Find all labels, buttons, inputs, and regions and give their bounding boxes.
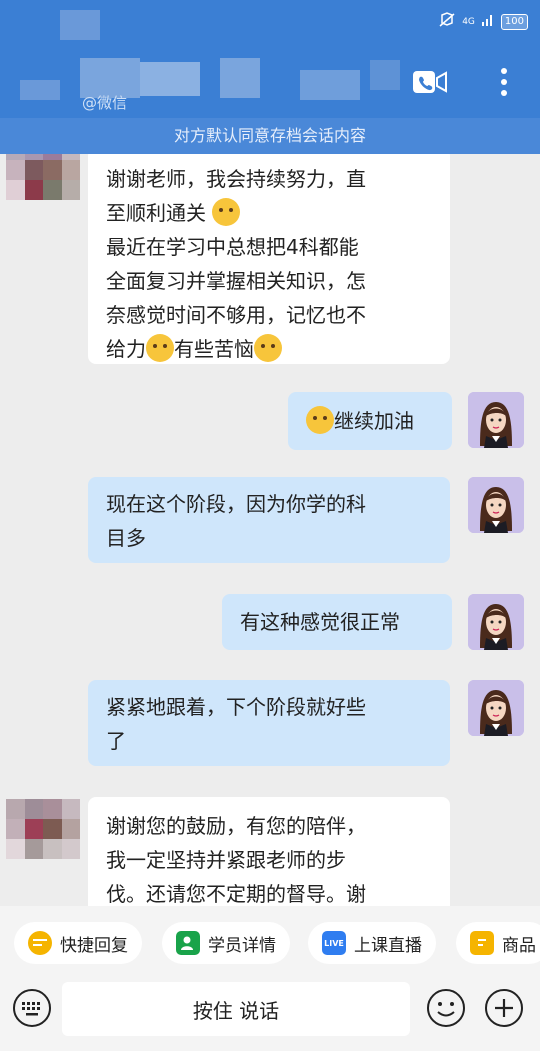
- sweat-emoji-icon: [254, 334, 282, 362]
- video-call-icon[interactable]: [410, 62, 450, 102]
- contact-name-blur: [300, 70, 360, 100]
- teacher-avatar[interactable]: [468, 392, 524, 448]
- message-bubble[interactable]: 谢谢老师，我会持续努力，直 至顺利通关 最近在学习中总想把4科都能 全面复习并掌…: [88, 154, 450, 364]
- status-icons: 4G 100: [438, 12, 528, 31]
- laugh-cry-emoji-icon: [146, 334, 174, 362]
- student-details-button[interactable]: 学员详情: [162, 922, 290, 964]
- archive-notice: 对方默认同意存档会话内容: [0, 118, 540, 154]
- live-class-label: 上课直播: [354, 935, 422, 956]
- message-line: 给力: [106, 337, 146, 361]
- student-details-label: 学员详情: [208, 935, 276, 956]
- message-bubble[interactable]: 紧紧地跟着，下个阶段就好些 了: [88, 680, 450, 766]
- message-line: 至顺利通关: [106, 201, 206, 225]
- message-line: 全面复习并掌握相关知识，怎: [106, 269, 366, 293]
- message-line: 谢谢老师，我会持续努力，直: [106, 167, 366, 191]
- student-icon: [176, 931, 200, 955]
- signal-icon: [481, 13, 495, 30]
- message-line: 奈感觉时间不够用，记忆也不: [106, 303, 366, 327]
- input-bar: 按住 说话: [0, 976, 540, 1051]
- message-line: 了: [106, 729, 126, 753]
- teacher-avatar[interactable]: [468, 477, 524, 533]
- contact-avatar[interactable]: [6, 799, 80, 859]
- quick-reply-icon: [28, 931, 52, 955]
- message-bubble[interactable]: 有这种感觉很正常: [222, 594, 452, 650]
- keyboard-icon[interactable]: [12, 988, 52, 1028]
- teacher-avatar[interactable]: [468, 680, 524, 736]
- chat-area[interactable]: 谢谢老师，我会持续努力，直 至顺利通关 最近在学习中总想把4科都能 全面复习并掌…: [0, 154, 540, 906]
- emoji-icon[interactable]: [426, 988, 466, 1028]
- message-text: 有这种感觉很正常: [240, 610, 400, 634]
- quick-reply-button[interactable]: 快捷回复: [14, 922, 142, 964]
- hold-to-talk-button[interactable]: 按住 说话: [62, 982, 410, 1036]
- quick-reply-label: 快捷回复: [60, 935, 128, 956]
- salute-emoji-icon: [306, 406, 334, 434]
- status-time-blur: [60, 10, 100, 40]
- message-line: 伐。还请您不定期的督导。谢: [106, 882, 366, 906]
- message-line: 有些苦恼: [174, 337, 254, 361]
- contact-avatar[interactable]: [6, 154, 80, 200]
- message-line: 紧紧地跟着，下个阶段就好些: [106, 695, 366, 719]
- contact-source: @微信: [82, 94, 128, 112]
- battery-indicator: 100: [500, 13, 528, 30]
- message-line: 现在这个阶段，因为你学的科: [106, 492, 366, 516]
- plus-icon[interactable]: [484, 988, 524, 1028]
- chat-header: 4G 100 @微信: [0, 0, 540, 130]
- message-bubble[interactable]: 继续加油: [288, 392, 452, 450]
- quick-actions-bar: 快捷回复 学员详情 LIVE 上课直播 商品: [0, 906, 540, 976]
- goods-icon: [470, 931, 494, 955]
- goods-label: 商品: [502, 935, 536, 956]
- salute-emoji-icon: [212, 198, 241, 226]
- message-line: 最近在学习中总想把4科都能: [106, 235, 359, 259]
- message-line: 谢谢您的鼓励，有您的陪伴，: [106, 814, 366, 838]
- status-bar: 4G 100: [0, 0, 540, 40]
- message-bubble[interactable]: 现在这个阶段，因为你学的科 目多: [88, 477, 450, 563]
- contact-name-blur: [20, 80, 60, 100]
- teacher-avatar[interactable]: [468, 594, 524, 650]
- goods-button[interactable]: 商品: [456, 922, 540, 964]
- live-class-button[interactable]: LIVE 上课直播: [308, 922, 436, 964]
- live-icon: LIVE: [322, 931, 346, 955]
- message-bubble[interactable]: 谢谢您的鼓励，有您的陪伴， 我一定坚持并紧跟老师的步 伐。还请您不定期的督导。谢: [88, 797, 450, 906]
- message-line: 目多: [106, 526, 146, 550]
- more-vertical-icon[interactable]: [488, 62, 520, 102]
- contact-name-blur: [220, 58, 260, 98]
- signal-label: 4G: [462, 16, 475, 27]
- mute-icon: [438, 12, 456, 31]
- message-text: 继续加油: [334, 409, 414, 433]
- contact-name-blur: [370, 60, 400, 90]
- contact-name-blur: [140, 62, 200, 96]
- message-line: 我一定坚持并紧跟老师的步: [106, 848, 346, 872]
